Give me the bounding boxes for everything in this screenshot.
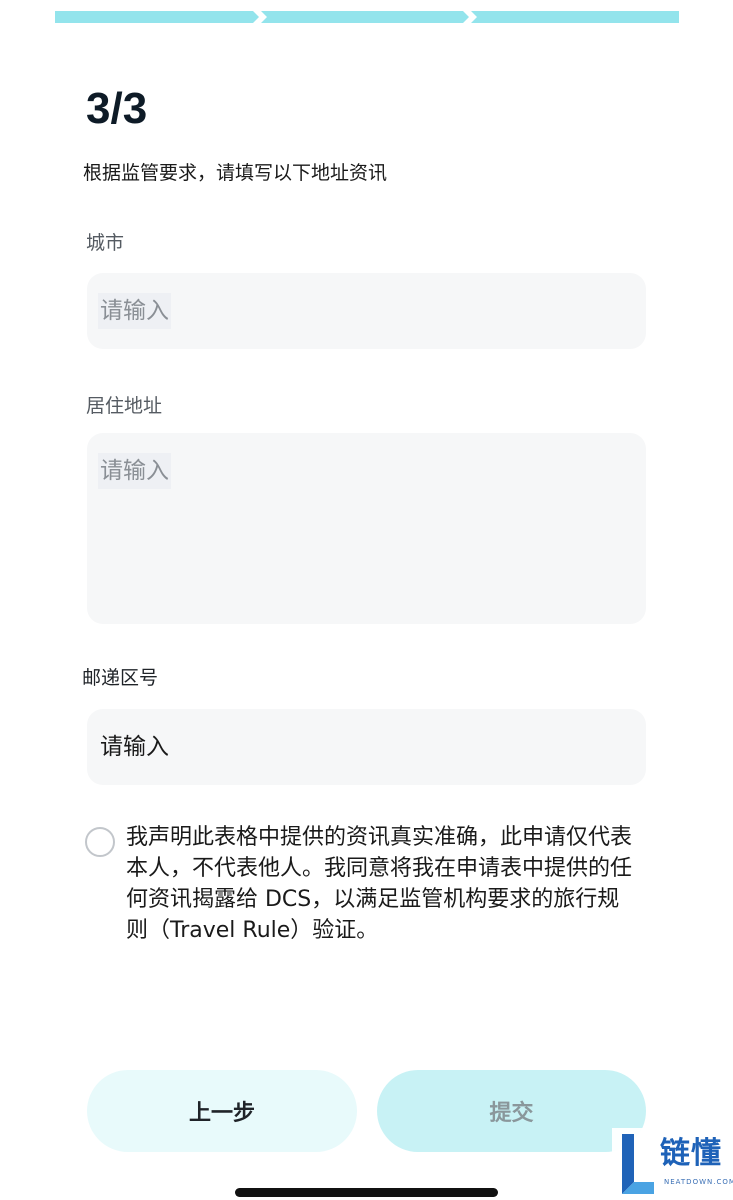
previous-step-button[interactable]: 上一步 (87, 1070, 357, 1152)
address-label: 居住地址 (86, 395, 163, 417)
watermark-subtitle: NEATDOWN.COM (664, 1178, 733, 1186)
consent-text: 我声明此表格中提供的资讯真实准确，此申请仅代表本人，不代表他人。我同意将我在申请… (126, 825, 633, 943)
consent-radio[interactable] (85, 827, 115, 857)
postal-code-input[interactable]: 请输入 (87, 709, 646, 785)
progress-step-2 (261, 11, 469, 23)
progress-step-1 (55, 11, 259, 23)
progress-bar (55, 11, 679, 23)
neatdown-logo-icon (622, 1134, 654, 1194)
address-textarea[interactable]: 请输入 (87, 433, 646, 624)
home-indicator (235, 1188, 498, 1197)
submit-button[interactable]: 提交 (377, 1070, 646, 1152)
city-input-placeholder: 请输入 (98, 293, 171, 329)
watermark-title: 链懂 (660, 1136, 722, 1171)
postal-code-label: 邮递区号 (82, 667, 159, 689)
watermark: 链懂 NEATDOWN.COM (612, 1128, 733, 1200)
address-textarea-placeholder: 请输入 (98, 453, 171, 489)
progress-step-3 (471, 11, 679, 23)
consent-row: 我声明此表格中提供的资讯真实准确，此申请仅代表本人，不代表他人。我同意将我在申请… (85, 822, 645, 946)
step-counter: 3/3 (86, 84, 148, 133)
instruction-text: 根据监管要求，请填写以下地址资讯 (83, 162, 388, 184)
postal-code-input-value: 请输入 (100, 734, 169, 760)
city-input[interactable]: 请输入 (87, 273, 646, 349)
city-label: 城市 (86, 232, 125, 254)
